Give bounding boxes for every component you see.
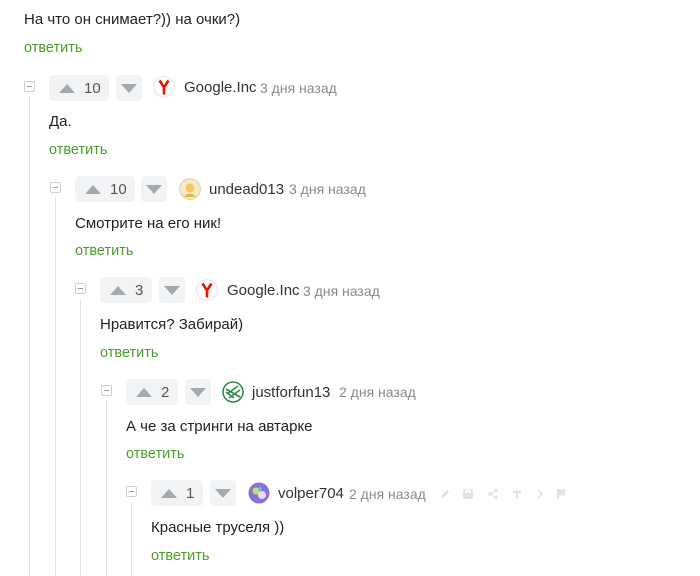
comment-score: 2 (161, 383, 170, 401)
user-avatar-icon[interactable] (179, 178, 201, 200)
upvote-button[interactable]: 1 (151, 480, 203, 506)
arrow-down-icon (121, 83, 137, 93)
reply-link[interactable]: ответить (24, 40, 82, 56)
upvote-button[interactable]: 10 (49, 75, 109, 101)
collapse-thread-button[interactable] (75, 283, 86, 294)
comment-score: 10 (110, 180, 127, 198)
comment-text: На что он снимает?)) на очки?) (24, 11, 241, 28)
yandex-avatar-icon[interactable] (153, 76, 175, 98)
username[interactable]: volper704 (278, 485, 344, 502)
arrow-down-icon (164, 285, 180, 295)
timestamp[interactable]: 2 дня назад (349, 486, 426, 502)
user-avatar-icon[interactable] (248, 482, 270, 504)
thread-line (80, 299, 81, 576)
timestamp[interactable]: 3 дня назад (289, 181, 366, 197)
comment-score: 1 (186, 484, 195, 502)
arrow-up-icon (161, 488, 177, 498)
username[interactable]: Google.Inc (184, 79, 257, 96)
username[interactable]: Google.Inc (227, 282, 300, 299)
share-icon[interactable] (487, 488, 499, 500)
comment-text: Смотрите на его ник! (75, 215, 222, 232)
more-icon[interactable] (534, 488, 546, 500)
arrow-up-icon (136, 387, 152, 397)
reply-link[interactable]: ответить (49, 142, 107, 158)
thread-line (106, 400, 107, 576)
reply-link[interactable]: ответить (100, 345, 158, 361)
comment-text: Да. (49, 113, 72, 130)
collapse-thread-button[interactable] (126, 486, 137, 497)
upvote-button[interactable]: 2 (126, 379, 178, 405)
upvote-button[interactable]: 10 (75, 176, 135, 202)
timestamp[interactable]: 3 дня назад (303, 283, 380, 299)
yandex-avatar-icon[interactable] (196, 279, 218, 301)
upvote-button[interactable]: 3 (100, 277, 152, 303)
username[interactable]: justforfun13 (252, 384, 330, 401)
downvote-button[interactable] (185, 379, 211, 405)
arrow-up-icon (59, 83, 75, 93)
arrow-down-icon (146, 184, 162, 194)
collapse-thread-button[interactable] (50, 182, 61, 193)
arrow-up-icon (110, 285, 126, 295)
downvote-button[interactable] (116, 75, 142, 101)
comment-text: Красные труселя )) (151, 519, 285, 536)
arrow-up-icon (85, 184, 101, 194)
thread-line (131, 502, 132, 576)
arrow-down-icon (215, 488, 231, 498)
downvote-button[interactable] (159, 277, 185, 303)
timestamp[interactable]: 2 дня назад (339, 384, 416, 400)
user-avatar-icon[interactable] (222, 381, 244, 403)
save-icon[interactable] (462, 488, 474, 500)
reply-link[interactable]: ответить (126, 446, 184, 462)
reply-link[interactable]: ответить (75, 243, 133, 259)
collapse-thread-button[interactable] (101, 385, 112, 396)
thread-line (55, 197, 56, 576)
parent-comment-icon[interactable] (511, 488, 523, 500)
edit-icon[interactable] (439, 488, 451, 500)
comment-score: 10 (84, 79, 101, 97)
username[interactable]: undead013 (209, 181, 284, 198)
comment-score: 3 (135, 281, 144, 299)
comment-text: Нравится? Забирай) (100, 316, 244, 333)
timestamp[interactable]: 3 дня назад (260, 80, 337, 96)
arrow-down-icon (190, 387, 206, 397)
report-flag-icon[interactable] (556, 488, 568, 500)
reply-link[interactable]: ответить (151, 548, 209, 564)
collapse-thread-button[interactable] (24, 81, 35, 92)
comment-text: А че за стринги на автарке (126, 418, 313, 435)
downvote-button[interactable] (210, 480, 236, 506)
downvote-button[interactable] (141, 176, 167, 202)
thread-line (29, 96, 30, 576)
